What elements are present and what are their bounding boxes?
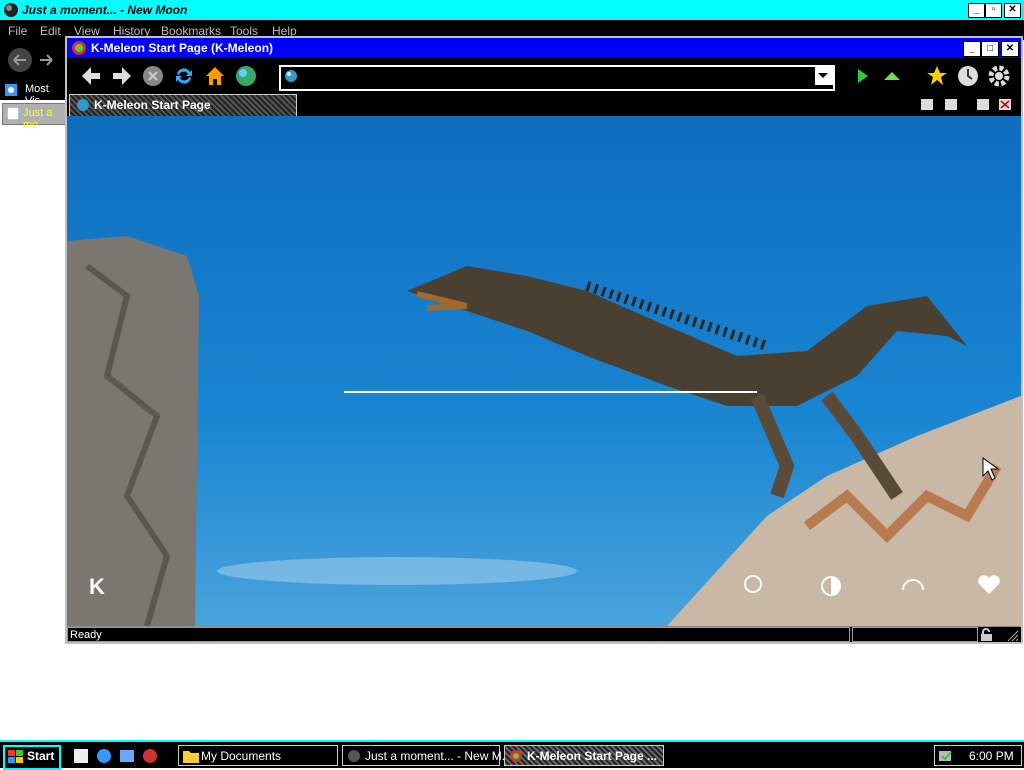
gear-icon: [988, 65, 1010, 87]
kmeleon-close-button[interactable]: ✕: [1001, 41, 1019, 57]
status-text: Ready: [70, 629, 102, 641]
background-window-titlebar[interactable]: Just a moment... - New Moon _ ▫ ✕: [0, 0, 1024, 20]
tab-list-icon: [945, 99, 957, 110]
new-tab-icon: [921, 99, 933, 110]
url-dropdown-button[interactable]: [814, 67, 833, 85]
task-label: K-Meleon Start Page ...: [527, 749, 658, 763]
kmeleon-toolbar: [67, 58, 1021, 94]
background-bookmark-bar: Most Vis: [0, 80, 66, 107]
bookmark-icon: [5, 84, 17, 96]
kmeleon-maximize-button[interactable]: □: [981, 41, 999, 57]
network-icon: [120, 750, 134, 762]
reload-button[interactable]: [172, 64, 196, 88]
kmeleon-titlebar[interactable]: K-Meleon Start Page (K-Meleon) _ □ ✕: [67, 38, 1021, 58]
home-button[interactable]: [203, 64, 227, 88]
tab-controls: [921, 99, 1011, 110]
forward-button[interactable]: [110, 64, 134, 88]
kmeleon-title: K-Meleon Start Page (K-Meleon): [91, 41, 274, 55]
ie-icon: [97, 749, 111, 763]
background-navbar: [0, 40, 66, 80]
lock-icon: [981, 628, 992, 641]
minimize-button[interactable]: _: [968, 3, 985, 18]
home-icon: [206, 67, 224, 85]
star-icon: [927, 66, 947, 85]
stop-icon: [143, 66, 163, 86]
bookmarks-button[interactable]: [925, 64, 949, 88]
close-button[interactable]: ✕: [1004, 3, 1021, 18]
preferences-button[interactable]: [987, 64, 1011, 88]
kmeleon-tab[interactable]: K-Meleon Start Page: [69, 94, 297, 117]
quick-launch-bar[interactable]: [72, 747, 164, 765]
new-window-icon: [977, 99, 989, 110]
restore-button[interactable]: ▫: [985, 3, 1002, 18]
up-button[interactable]: [880, 64, 904, 88]
desktop-icon: [74, 749, 88, 763]
start-button[interactable]: Start: [3, 745, 61, 770]
web-button[interactable]: [234, 64, 258, 88]
background-window-title: Just a moment... - New Moon: [22, 3, 188, 17]
start-page-logo[interactable]: K: [89, 574, 105, 599]
kmeleon-icon: [72, 41, 86, 55]
reload-icon: [176, 68, 192, 84]
background-tab[interactable]: Just a mo: [2, 103, 68, 131]
tab-globe-icon: [77, 99, 89, 111]
system-tray: 6:00 PM: [934, 745, 1022, 766]
start-page-content: K: [67, 116, 1021, 626]
new-moon-icon: [4, 3, 18, 17]
menu-file[interactable]: File: [8, 24, 27, 38]
kmeleon-launch-icon: [143, 749, 157, 763]
kmeleon-tab-label: K-Meleon Start Page: [94, 98, 211, 112]
history-button[interactable]: [956, 64, 980, 88]
start-label: Start: [27, 749, 55, 763]
task-new-moon[interactable]: Just a moment... - New M...: [342, 745, 512, 766]
back-forward-icon[interactable]: [6, 46, 62, 74]
background-tab-label: Just a mo: [23, 107, 53, 131]
url-bar[interactable]: [279, 65, 835, 91]
task-label: My Documents: [201, 749, 282, 763]
globe-icon: [236, 66, 256, 86]
forward-arrow-icon: [113, 67, 131, 85]
windows-flag-icon: [8, 750, 23, 763]
task-label: Just a moment... - New M...: [365, 749, 512, 763]
task-kmeleon[interactable]: K-Meleon Start Page ...: [504, 745, 664, 766]
kmeleon-minimize-button[interactable]: _: [963, 41, 981, 57]
kmeleon-statusbar: Ready: [67, 626, 1021, 642]
go-button[interactable]: [850, 64, 874, 88]
folder-icon: [183, 751, 199, 763]
resize-grip-icon[interactable]: [1005, 628, 1019, 642]
page-icon: [7, 107, 19, 120]
stop-button[interactable]: [141, 64, 165, 88]
kmeleon-task-icon: [510, 750, 522, 762]
back-arrow-icon: [82, 67, 100, 85]
menu-edit[interactable]: Edit: [40, 24, 61, 38]
background-tabstrip: Just a mo: [0, 100, 68, 131]
chevron-down-icon: [818, 73, 828, 78]
back-button[interactable]: [79, 64, 103, 88]
clock-icon: [958, 66, 978, 86]
clock[interactable]: 6:00 PM: [969, 749, 1014, 763]
status-panel: Ready: [67, 627, 850, 642]
go-arrow-icon: [858, 69, 868, 83]
background-photo: K: [67, 236, 1021, 626]
up-arrow-icon: [884, 72, 900, 80]
progress-panel: [852, 627, 978, 642]
task-my-documents[interactable]: My Documents: [178, 745, 338, 766]
taskbar: Start My Documents Just a moment... - Ne…: [0, 740, 1024, 770]
tray-network-icon[interactable]: [939, 749, 961, 763]
site-globe-icon: [285, 70, 297, 82]
left-rock: [67, 236, 199, 626]
kmeleon-tabstrip: K-Meleon Start Page: [67, 94, 1021, 117]
moon-icon: [348, 750, 360, 762]
